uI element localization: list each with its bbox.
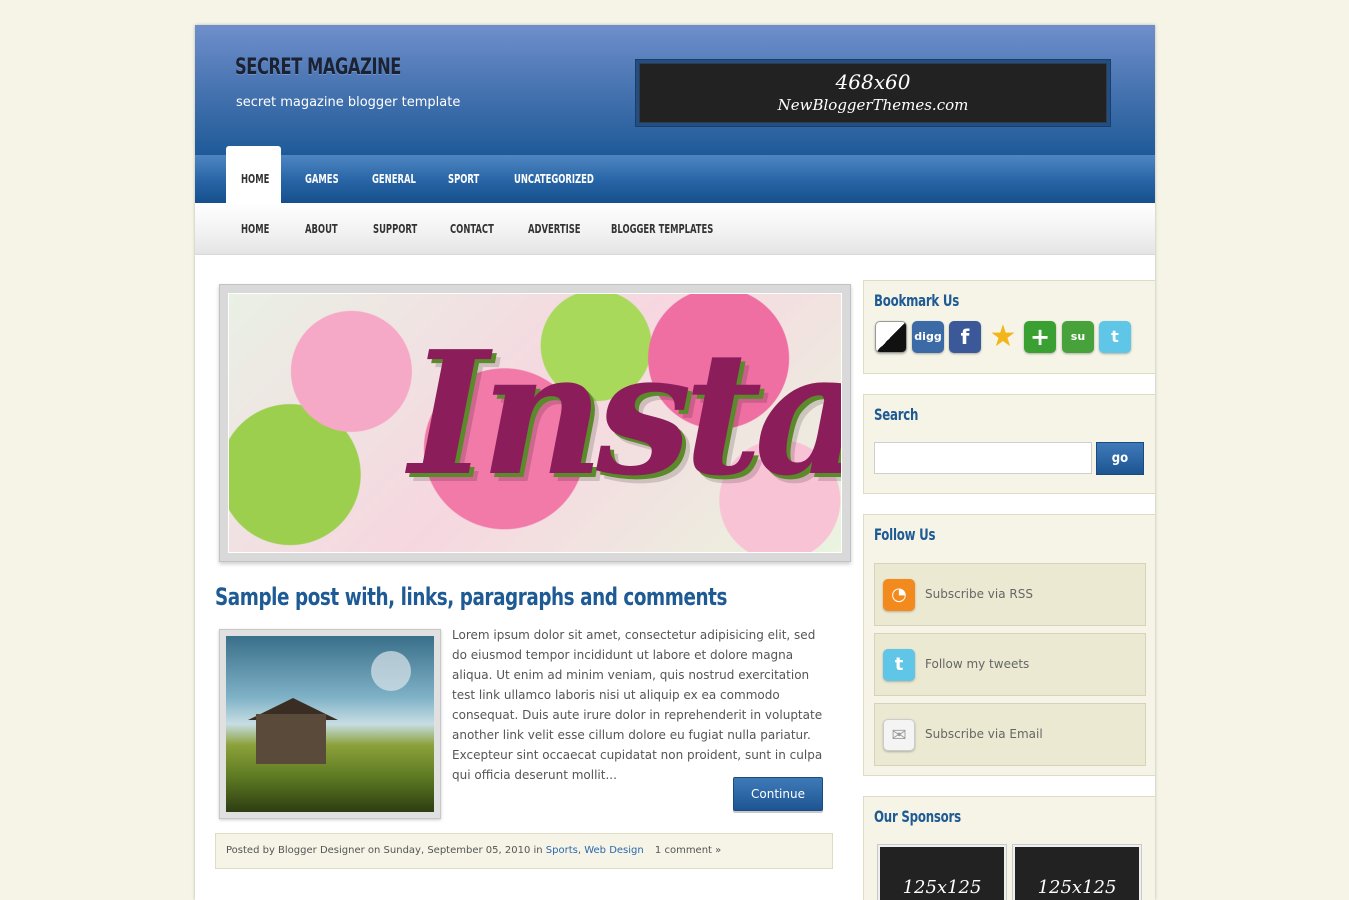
bookmark-widget: Bookmark Us digg f ★ + su t: [863, 280, 1155, 374]
ad-site-label: NewBloggerThemes.com: [777, 96, 969, 114]
search-go-button[interactable]: go: [1096, 442, 1144, 475]
primary-nav-general[interactable]: GENERAL: [372, 155, 416, 203]
secondary-nav-support[interactable]: SUPPORT: [373, 203, 417, 255]
sponsor-ad-1[interactable]: 125x125: [877, 844, 1007, 900]
sponsors-widget-title: Our Sponsors: [874, 807, 961, 826]
follow-widget-title: Follow Us: [874, 525, 936, 544]
secondary-nav-advertise[interactable]: ADVERTISE: [528, 203, 581, 255]
post-excerpt: Lorem ipsum dolor sit amet, consectetur …: [452, 628, 823, 782]
post-title[interactable]: Sample post with, links, paragraphs and …: [215, 583, 727, 611]
secondary-nav-blogger-templates[interactable]: BLOGGER TEMPLATES: [611, 203, 713, 255]
facebook-icon[interactable]: f: [949, 321, 981, 353]
secondary-nav-home[interactable]: HOME: [241, 203, 269, 255]
follow-item-email[interactable]: ✉ Subscribe via Email: [874, 703, 1146, 766]
site-title[interactable]: SECRET MAGAZINE: [235, 55, 401, 80]
category-link-web-design[interactable]: Web Design: [584, 845, 644, 856]
search-input[interactable]: [874, 442, 1092, 474]
post-thumbnail[interactable]: [219, 629, 441, 819]
primary-nav-uncategorized[interactable]: UNCATEGORIZED: [514, 155, 594, 203]
primary-nav-games[interactable]: GAMES: [305, 155, 339, 203]
featured-slider[interactable]: Insta: [219, 284, 851, 562]
search-widget-title: Search: [874, 405, 919, 424]
delicious-icon[interactable]: [875, 321, 907, 353]
follow-item-label: Subscribe via RSS: [925, 587, 1033, 601]
email-icon: ✉: [883, 719, 915, 751]
comments-link[interactable]: 1 comment »: [655, 845, 721, 856]
follow-item-label: Follow my tweets: [925, 657, 1030, 671]
featured-image-artwork: Insta: [409, 314, 842, 514]
bookmark-widget-title: Bookmark Us: [874, 291, 960, 310]
favorites-star-icon[interactable]: ★: [987, 321, 1019, 353]
post-meta-text: Posted by Blogger Designer on Sunday, Se…: [226, 845, 543, 856]
sponsor-ad-2[interactable]: 125x125: [1012, 844, 1142, 900]
site-description: secret magazine blogger template: [236, 95, 461, 110]
featured-image[interactable]: Insta: [228, 293, 842, 553]
twitter-icon[interactable]: t: [1099, 321, 1131, 353]
page-wrapper: SECRET MAGAZINE secret magazine blogger …: [195, 25, 1155, 900]
follow-item-rss[interactable]: ◔ Subscribe via RSS: [874, 563, 1146, 626]
post-thumbnail-image: [226, 636, 434, 812]
post-meta: Posted by Blogger Designer on Sunday, Se…: [215, 833, 833, 869]
site-header: SECRET MAGAZINE secret magazine blogger …: [195, 25, 1155, 155]
follow-widget: Follow Us ◔ Subscribe via RSS t Follow m…: [863, 514, 1155, 776]
sponsors-widget: Our Sponsors 125x125 125x125: [863, 796, 1155, 900]
secondary-nav: HOME ABOUT SUPPORT CONTACT ADVERTISE BLO…: [195, 203, 1155, 255]
stumbleupon-icon[interactable]: su: [1062, 321, 1094, 353]
search-widget: Search go: [863, 394, 1155, 494]
secondary-nav-about[interactable]: ABOUT: [305, 203, 338, 255]
primary-nav-home[interactable]: HOME: [241, 155, 269, 203]
follow-item-label: Subscribe via Email: [925, 727, 1043, 741]
follow-item-twitter[interactable]: t Follow my tweets: [874, 633, 1146, 696]
google-plus-icon[interactable]: +: [1024, 321, 1056, 353]
primary-nav: HOME GAMES GENERAL SPORT UNCATEGORIZED: [195, 146, 1155, 203]
continue-button[interactable]: Continue: [733, 777, 823, 811]
rss-icon: ◔: [883, 579, 915, 611]
secondary-nav-contact[interactable]: CONTACT: [450, 203, 494, 255]
category-link-sports[interactable]: Sports: [546, 845, 578, 856]
header-banner-ad[interactable]: 468x60 NewBloggerThemes.com: [635, 59, 1111, 127]
digg-icon[interactable]: digg: [912, 321, 944, 353]
primary-nav-sport[interactable]: SPORT: [448, 155, 479, 203]
ad-size-label: 468x60: [835, 70, 911, 94]
twitter-icon: t: [883, 649, 915, 681]
